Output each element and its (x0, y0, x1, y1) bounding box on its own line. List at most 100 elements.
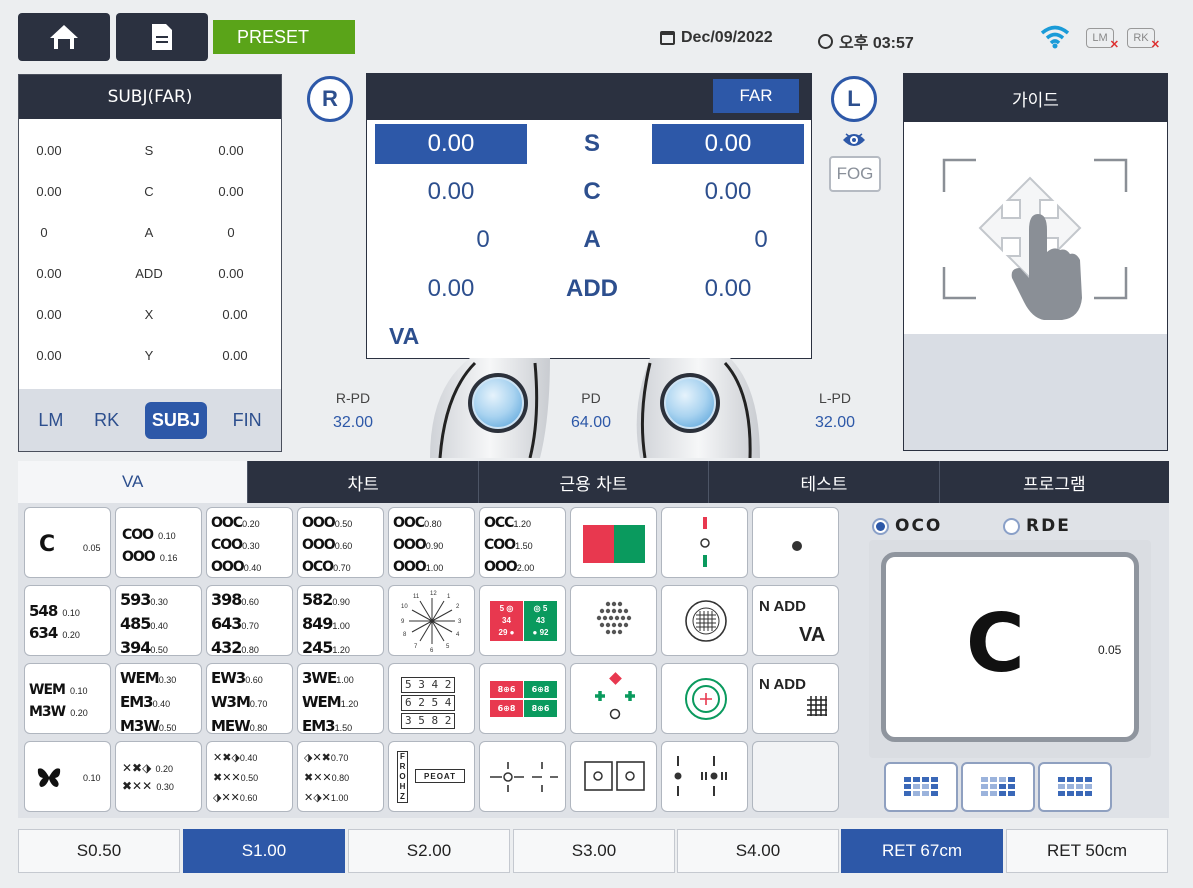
refraction-header: FAR (367, 74, 811, 120)
chart-red-green[interactable] (570, 507, 657, 578)
green-tag: 8⊕6 (524, 700, 557, 717)
chart-grid: C 0.05 COO 0.10 OOO 0.16 OOC0.20 COO0.30… (18, 503, 1169, 818)
chart-near-va[interactable]: N ADD VA (752, 585, 839, 656)
chart-animal-040-060[interactable]: ✕✖⬗0.40 ✖✕✕0.50 ⬗✕✕0.60 (206, 741, 293, 812)
step-s200-button[interactable]: S2.00 (348, 829, 510, 873)
subj-row: 0.00 Y 0.00 (36, 348, 248, 363)
tab-chart[interactable]: 차트 (248, 461, 479, 503)
chart-animal-020-030[interactable]: ✕✖⬗ 0.20 ✖✕✕ 0.30 (115, 741, 202, 812)
chart-landolt-080-100[interactable]: OOC0.80 OOO0.90 OOO1.00 (388, 507, 475, 578)
chart-e-100-150[interactable]: 3WE1.00 WEM1.20 EM31.50 (297, 663, 384, 734)
home-button[interactable] (18, 13, 110, 61)
chart-landolt-020-040[interactable]: OOC0.20 COO0.30 OOO0.40 (206, 507, 293, 578)
chart-fixation-horizontal[interactable] (479, 741, 566, 812)
chart-dot-lines[interactable] (661, 741, 748, 812)
chart-c-005[interactable]: C 0.05 (24, 507, 111, 578)
document-button[interactable] (116, 13, 208, 61)
tab-rk[interactable]: RK (89, 402, 124, 439)
right-c-value[interactable]: 0.00 (375, 172, 527, 212)
pd-label: PD (581, 390, 601, 406)
ret-50cm-button[interactable]: RET 50cm (1006, 829, 1168, 873)
svg-text:6: 6 (430, 648, 434, 654)
right-eye-button[interactable]: R (307, 76, 353, 122)
number-box: 3 5 8 2 (401, 713, 456, 729)
chart-green-cross-circle[interactable] (661, 663, 748, 734)
green-tag: 6⊕8 (524, 681, 557, 698)
chart-e-010-020[interactable]: WEM 0.10 M3W 0.20 (24, 663, 111, 734)
left-add-value[interactable]: 0.00 (652, 269, 804, 309)
tab-subj[interactable]: SUBJ (144, 401, 207, 439)
svg-text:10: 10 (401, 604, 408, 610)
calendar-icon (660, 31, 675, 45)
tab-test[interactable]: 테스트 (709, 461, 940, 503)
chart-dot[interactable] (752, 507, 839, 578)
tab-program[interactable]: 프로그램 (940, 461, 1169, 503)
left-s-value[interactable]: 0.00 (652, 124, 804, 164)
chart-acuity: 0.05 (83, 543, 101, 553)
step-s300-button[interactable]: S3.00 (513, 829, 675, 873)
home-icon (50, 25, 78, 49)
chart-vertical-line-test[interactable] (661, 507, 748, 578)
tab-va[interactable]: VA (18, 461, 249, 503)
step-s100-button[interactable]: S1.00 (183, 829, 345, 873)
right-s-value[interactable]: 0.00 (375, 124, 527, 164)
chart-number-090-120[interactable]: 5820.90 8491.00 2451.20 (297, 585, 384, 656)
chart-e-060-080[interactable]: EW30.60 W3M0.70 MEW0.80 (206, 663, 293, 734)
chart-color-number-test[interactable]: 5 ◎ 34 29 ● ◎ 5 43 ● 92 (479, 585, 566, 656)
chart-number-030-050[interactable]: 5930.30 4850.40 3940.50 (115, 585, 202, 656)
optotype-radio-rde[interactable]: RDE (1003, 516, 1071, 536)
chart-animal-070-100[interactable]: ⬗✕✖0.70 ✖✕✕0.80 ✕⬗✕1.00 (297, 741, 384, 812)
chart-worth-four-dot[interactable] (570, 663, 657, 734)
svg-text:7: 7 (414, 644, 418, 650)
right-pd[interactable]: R-PD 32.00 (318, 390, 388, 432)
vertical-line-icon (700, 517, 710, 567)
tab-lm[interactable]: LM (33, 402, 68, 439)
chart-boxed-circles[interactable] (570, 741, 657, 812)
near-grid-label: N ADD (759, 676, 806, 693)
dot-pattern-icon (596, 601, 632, 635)
top-bar: PRESET Dec/09/2022 오후 03:57 LM ✕ RK ✕ (0, 0, 1193, 72)
tab-near-chart[interactable]: 근용 차트 (479, 461, 710, 503)
chart-number-boxes[interactable]: 5 3 4 2 6 2 5 4 3 5 8 2 (388, 663, 475, 734)
far-button[interactable]: FAR (713, 79, 799, 113)
right-pd-value: 32.00 (332, 414, 374, 431)
mask-left-button[interactable] (884, 762, 958, 812)
green-number-panel: ◎ 5 43 ● 92 (524, 601, 557, 641)
svg-text:2: 2 (456, 604, 460, 610)
step-s050-button[interactable]: S0.50 (18, 829, 180, 873)
chart-landolt-120-200[interactable]: OCC1.20 COO1.50 OOO2.00 (479, 507, 566, 578)
astigmatism-clock-icon: 12 12 3 45 6 7 8 9 10 11 (401, 591, 462, 654)
chart-butterfly-010[interactable]: 0.10 (24, 741, 111, 812)
chart-preview-screen: C 0.05 (881, 552, 1139, 742)
chart-empty-slot[interactable] (752, 741, 839, 812)
chart-astigmatism-clock[interactable]: 12 1 2 3 4 5 6 7 8 9 10 11 (388, 585, 475, 656)
fog-button[interactable]: FOG (829, 156, 881, 192)
chart-number-010-020[interactable]: 548 0.10 634 0.20 (24, 585, 111, 656)
optotype-radio-oco[interactable]: OCO (872, 516, 942, 536)
ret-67cm-button[interactable]: RET 67cm (841, 829, 1003, 873)
left-eye-button[interactable]: L (831, 76, 877, 122)
pd[interactable]: PD 64.00 (556, 390, 626, 432)
right-add-value[interactable]: 0.00 (375, 269, 527, 309)
dot-icon (792, 541, 802, 551)
chart-letters-vertical[interactable]: FROHZ PEOAT (388, 741, 475, 812)
chart-red-green-balance[interactable]: 8⊕6 6⊕8 6⊕8 8⊕6 (479, 663, 566, 734)
preset-button[interactable]: PRESET (213, 20, 355, 54)
step-s400-button[interactable]: S4.00 (677, 829, 839, 873)
chart-dot-pattern[interactable] (570, 585, 657, 656)
chart-e-030-050[interactable]: WEM0.30 EM30.40 M3W0.50 (115, 663, 202, 734)
chart-near-grid[interactable]: N ADD (752, 663, 839, 734)
tab-fin[interactable]: FIN (228, 402, 267, 439)
left-a-value[interactable]: 0 (685, 220, 837, 260)
mask-row-button[interactable] (1038, 762, 1112, 812)
chart-circle-grid[interactable] (661, 585, 748, 656)
left-pd[interactable]: L-PD 32.00 (800, 390, 870, 432)
subj-row: 0.00 X 0.00 (36, 307, 248, 322)
red-tag: 6⊕8 (490, 700, 523, 717)
left-c-value[interactable]: 0.00 (652, 172, 804, 212)
mask-center-button[interactable] (961, 762, 1035, 812)
va-label: VA (389, 323, 420, 349)
chart-number-060-080[interactable]: 3980.60 6430.70 4320.80 (206, 585, 293, 656)
chart-landolt-010-016[interactable]: COO 0.10 OOO 0.16 (115, 507, 202, 578)
chart-landolt-050-070[interactable]: OOO0.50 OOO0.60 OCO0.70 (297, 507, 384, 578)
